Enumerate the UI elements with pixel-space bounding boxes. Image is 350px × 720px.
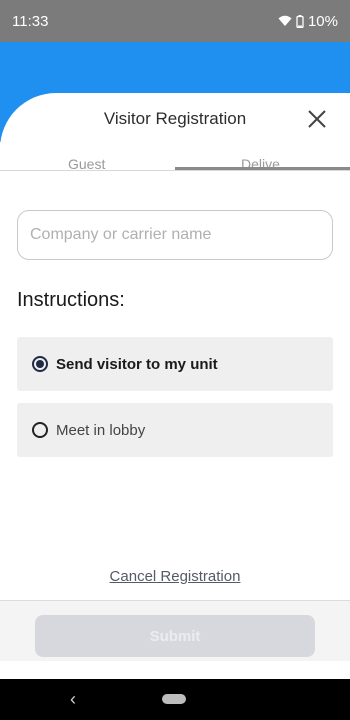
radio-unselected-icon[interactable] [32, 422, 48, 438]
system-nav-bar: ‹ [0, 679, 350, 720]
option-label: Send visitor to my unit [56, 355, 218, 373]
status-bar: 11:33 10% [0, 0, 350, 42]
cancel-registration-link[interactable]: Cancel Registration [0, 568, 350, 585]
status-icons: 10% [278, 13, 338, 30]
battery-percent: 10% [307, 12, 338, 30]
instructions-label: Instructions: [17, 289, 125, 311]
submit-button[interactable]: Submit [35, 615, 315, 657]
close-icon[interactable] [306, 108, 328, 130]
battery-icon [296, 14, 304, 28]
option-label: Meet in lobby [56, 421, 146, 439]
company-input[interactable] [17, 210, 333, 260]
option-send-to-unit[interactable]: Send visitor to my unit [17, 337, 333, 391]
back-icon[interactable]: ‹ [70, 689, 76, 710]
registration-sheet: Visitor Registration Guest Delive Instru… [0, 93, 350, 679]
page-title: Visitor Registration [103, 109, 247, 128]
home-pill-icon[interactable] [162, 694, 186, 704]
radio-selected-icon[interactable] [32, 356, 48, 372]
wifi-icon [278, 15, 292, 26]
tab-divider [0, 170, 350, 171]
status-time: 11:33 [12, 12, 49, 30]
option-meet-in-lobby[interactable]: Meet in lobby [17, 403, 333, 457]
